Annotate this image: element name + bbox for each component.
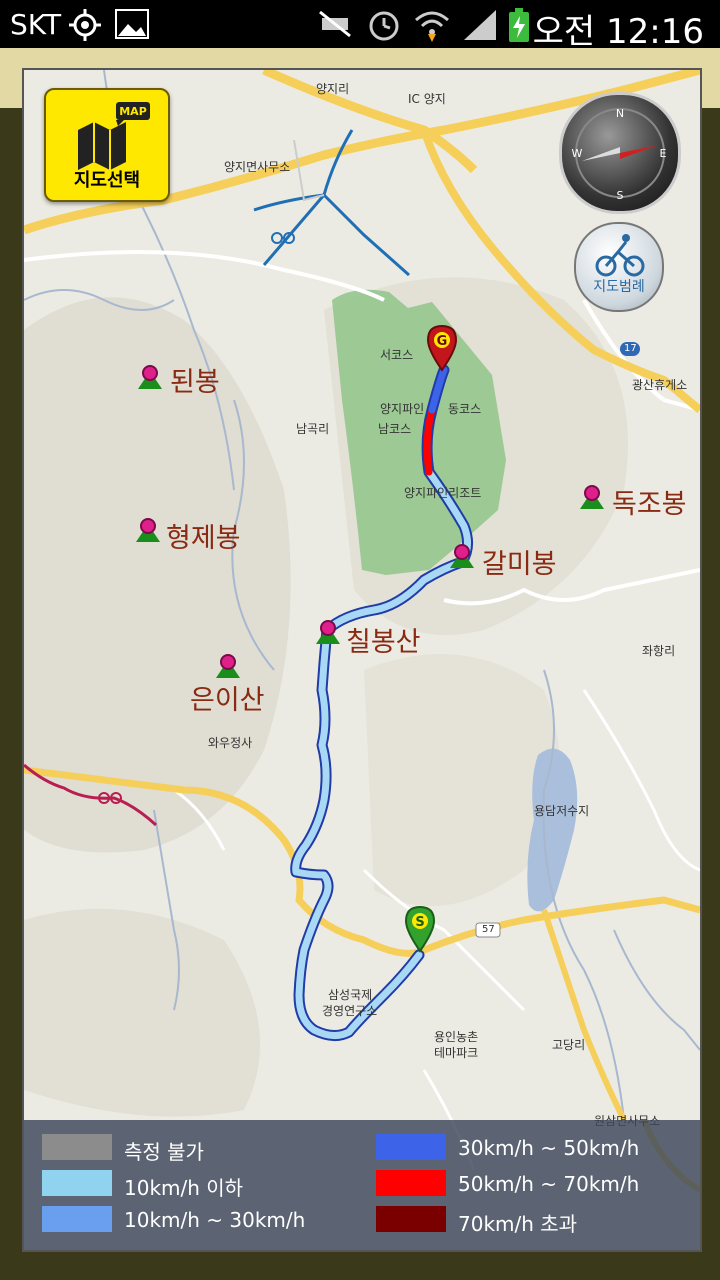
svg-text:W: W [572, 147, 583, 160]
place-label: 삼성국제 [328, 988, 373, 1002]
place-label: 남곡리 [296, 422, 330, 436]
cyclist-icon [595, 234, 645, 277]
map-dialog[interactable]: S G 양지리 IC 양지 양지면사무소 서코스 양지파인 동코스 남코스 양지… [22, 68, 702, 1252]
svg-text:N: N [616, 107, 624, 120]
alarm-icon [366, 8, 402, 46]
signal-icon [462, 8, 498, 46]
legend-label: 50km/h ~ 70km/h [458, 1172, 640, 1196]
map-select-button[interactable]: MAP 지도선택 [44, 88, 170, 202]
folded-map-icon: MAP [78, 102, 150, 170]
place-label: 광산휴게소 [632, 378, 688, 392]
start-marker-label: S [415, 915, 424, 930]
place-label: 용담저수지 [534, 804, 590, 818]
map-legend-label: 지도범례 [593, 279, 645, 295]
route-57-label: 57 [482, 924, 495, 935]
legend-swatch [376, 1206, 446, 1232]
place-label: 양지리 [316, 82, 350, 96]
legend-label: 30km/h ~ 50km/h [458, 1136, 640, 1160]
legend-swatch [42, 1206, 112, 1232]
peak-label: 형제봉 [166, 523, 241, 554]
legend-swatch [42, 1134, 112, 1160]
place-label: 좌항리 [642, 644, 676, 658]
goal-marker-label: G [437, 334, 448, 349]
wifi-icon [414, 8, 450, 46]
place-label: 남코스 [378, 422, 412, 436]
place-label: 고당리 [552, 1038, 586, 1052]
legend-swatch [376, 1134, 446, 1160]
place-label: 테마파크 [434, 1046, 479, 1060]
compass-button[interactable]: N S E W [559, 92, 681, 214]
place-label: 와우정사 [208, 736, 253, 750]
place-label: 용인농촌 [434, 1030, 479, 1044]
route-17-label: 17 [624, 343, 637, 354]
legend-label: 70km/h 초과 [458, 1212, 578, 1236]
svg-text:S: S [617, 189, 624, 202]
gps-icon [68, 8, 102, 46]
place-label: 서코스 [380, 348, 414, 362]
place-label: 양지면사무소 [224, 160, 291, 174]
speed-legend: 측정 불가 10km/h 이하 10km/h ~ 30km/h 30km/h ~… [24, 1120, 700, 1250]
place-label: 양지파인 [380, 402, 425, 416]
map-select-label: 지도선택 [73, 170, 141, 191]
legend-swatch [376, 1170, 446, 1196]
place-label: 동코스 [448, 402, 482, 416]
mute-icon [316, 8, 354, 44]
image-icon [114, 8, 150, 44]
map-legend-button[interactable]: 지도범례 [574, 222, 664, 312]
legend-label: 10km/h ~ 30km/h [124, 1208, 306, 1232]
peak-label: 된봉 [170, 367, 220, 398]
carrier-label: SKT [10, 8, 62, 41]
legend-label: 측정 불가 [124, 1140, 204, 1164]
battery-charging-icon [506, 8, 532, 48]
peak-label: 갈미봉 [482, 549, 557, 580]
place-label: 경영연구소 [322, 1004, 378, 1018]
place-label: IC 양지 [408, 92, 446, 106]
legend-label: 10km/h 이하 [124, 1176, 244, 1200]
svg-text:MAP: MAP [119, 105, 147, 118]
peak-label: 은이산 [190, 685, 265, 716]
clock: 오전 12:16 [532, 12, 704, 52]
place-label: 양지파인리조트 [404, 486, 482, 500]
peak-label: 독조봉 [612, 489, 687, 520]
legend-swatch [42, 1170, 112, 1196]
svg-text:E: E [660, 147, 667, 160]
status-bar: SKT 오전 12:16 [0, 0, 720, 52]
compass-icon: N S E W [572, 107, 667, 202]
peak-label: 칠봉산 [346, 627, 421, 658]
